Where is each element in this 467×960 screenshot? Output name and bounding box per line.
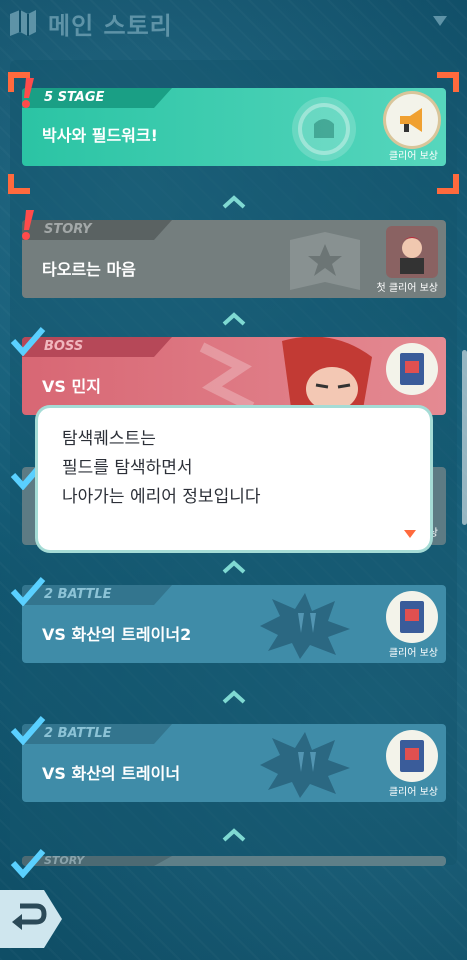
stage-card-story[interactable]: STORY 타오르는 마음 첫 클리어 보상	[22, 220, 446, 298]
battle-burst-icon	[260, 593, 350, 659]
stage-title: VS 화산의 트레이너	[42, 764, 181, 783]
stage-title: VS 화산의 트레이너2	[42, 625, 192, 644]
stage-tag: STORY	[22, 220, 172, 240]
reward-item[interactable]	[386, 591, 438, 643]
new-exclamation-icon	[22, 78, 34, 108]
back-button[interactable]	[0, 890, 62, 948]
selection-frame	[8, 72, 459, 194]
tutorial-tooltip[interactable]: 탐색퀘스트는 필드를 탐색하면서 나아가는 에리어 정보입니다	[38, 408, 430, 550]
stage-card-story-2[interactable]: STORY	[22, 856, 446, 866]
reward-label: 상	[428, 528, 438, 539]
cleared-check-icon	[10, 849, 46, 878]
stage-card-battle-1[interactable]: 2 BATTLE VS 화산의 트레이너 클리어 보상	[22, 724, 446, 802]
stage-title: VS 민지	[42, 377, 101, 396]
reward-label: 클리어 보상	[388, 648, 438, 659]
reward-item[interactable]	[386, 730, 438, 782]
chevron-up-icon	[222, 690, 246, 704]
cleared-check-icon	[10, 577, 46, 606]
tooltip-text: 탐색퀘스트는 필드를 탐색하면서 나아가는 에리어 정보입니다	[62, 425, 261, 512]
journal-map-icon	[10, 10, 36, 36]
book-star-emblem-icon	[290, 232, 360, 290]
tooltip-line: 필드를 탐색하면서	[62, 458, 193, 478]
stage-card-battle-2[interactable]: 2 BATTLE VS 화산의 트레이너2 클리어 보상	[22, 585, 446, 663]
battle-burst-icon	[260, 732, 350, 798]
chevron-up-icon	[222, 560, 246, 574]
tooltip-line: 나아가는 에리어 정보입니다	[62, 487, 261, 507]
chevron-up-icon	[222, 828, 246, 842]
reward-label: 첫 클리어 보상	[376, 283, 438, 294]
stage-title: 타오르는 마음	[42, 260, 136, 279]
cleared-check-icon	[10, 327, 46, 356]
page-title: 메인 스토리	[48, 12, 173, 40]
dropdown-triangle-icon[interactable]	[431, 12, 449, 30]
boss-portrait-icon	[199, 337, 372, 415]
tooltip-line: 탐색퀘스트는	[62, 429, 156, 449]
cleared-check-icon	[10, 716, 46, 745]
stage-card-boss[interactable]: BOSS VS 민지	[22, 337, 446, 415]
chevron-up-icon	[222, 312, 246, 326]
book-item-icon	[400, 353, 424, 385]
reward-label: 클리어 보상	[388, 787, 438, 798]
next-caret-icon	[404, 530, 416, 538]
reward-item[interactable]	[386, 226, 438, 278]
book-item-icon	[400, 740, 424, 772]
header: 메인 스토리	[0, 0, 467, 46]
reward-item[interactable]	[386, 343, 438, 395]
scrollbar[interactable]	[462, 350, 467, 525]
new-exclamation-icon	[22, 210, 34, 240]
book-item-icon	[400, 601, 424, 633]
chevron-up-icon	[222, 195, 246, 209]
trainer-portrait-icon	[400, 237, 424, 274]
